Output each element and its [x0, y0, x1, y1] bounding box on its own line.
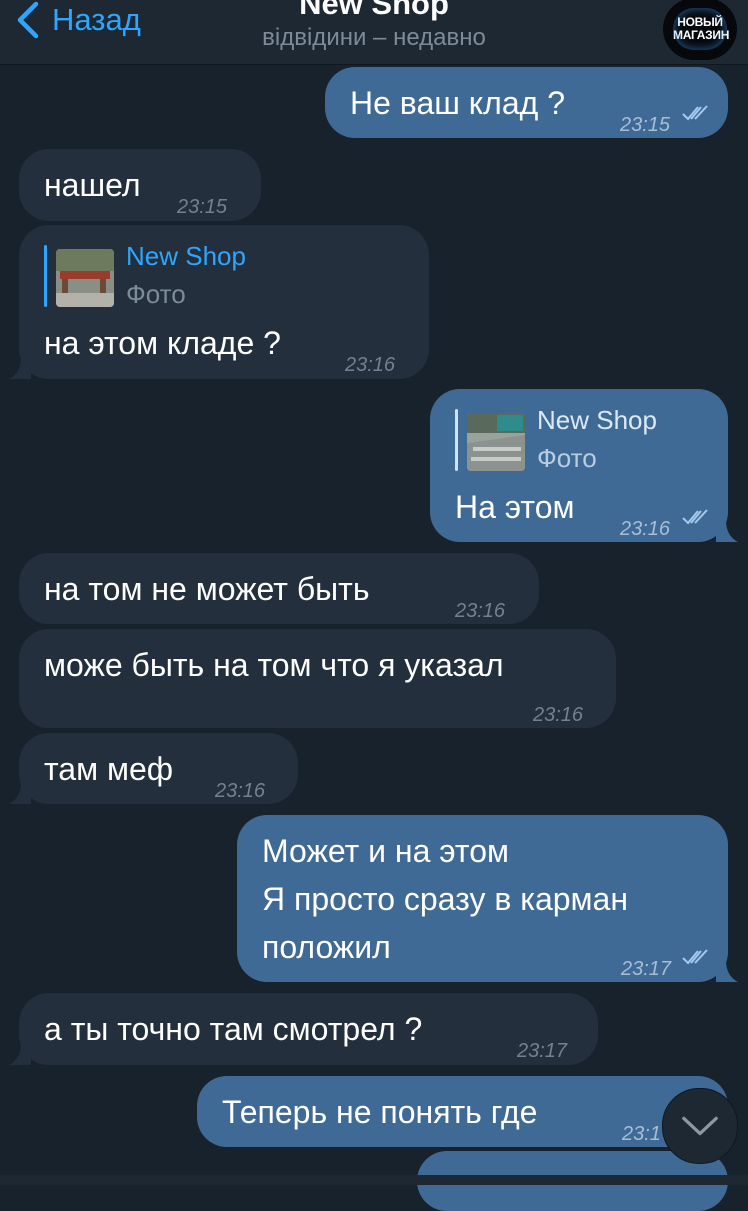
bubble-tail	[9, 357, 31, 379]
bubble-tail	[9, 1043, 31, 1065]
reply-type: Фото	[126, 279, 186, 309]
message-text: на этом кладе ?	[44, 325, 281, 361]
message-time: 23:16	[620, 518, 671, 540]
double-check-icon	[682, 105, 708, 121]
message-time: 23:15	[620, 114, 671, 136]
message-incoming[interactable]: New Shop Фото на этом кладе ? 23:16	[9, 225, 429, 379]
message-incoming[interactable]: може быть на том что я указал 23:16	[19, 629, 616, 728]
message-text: може быть на том что я указал	[44, 647, 504, 683]
reply-sender: New Shop	[537, 405, 657, 435]
avatar[interactable]: НОВЫЙ МАГАЗИН	[663, 0, 737, 60]
message-outgoing[interactable]: Может и на этом Я просто сразу в карман …	[237, 815, 738, 982]
message-time: 23:16	[455, 600, 506, 622]
bubble-tail	[9, 782, 31, 804]
bubble-tail	[716, 960, 738, 982]
message-incoming[interactable]: нашел 23:15	[19, 149, 261, 221]
message-outgoing[interactable]: Не ваш клад ? 23:15	[325, 67, 728, 138]
double-check-icon	[682, 949, 708, 965]
double-check-icon	[682, 509, 708, 525]
message-text: там меф	[44, 751, 174, 787]
chat-header: Назад New Shop відвідини – недавно НОВЫЙ…	[0, 0, 748, 65]
message-incoming[interactable]: на том не может быть 23:16	[19, 553, 539, 624]
message-text: нашел	[44, 167, 141, 203]
message-text: Теперь не понять где	[222, 1094, 538, 1130]
photo-thumbnail	[56, 249, 114, 307]
bubble-tail	[716, 520, 738, 542]
avatar-glow	[673, 8, 727, 50]
message-text-line: Я просто сразу в карман	[262, 881, 628, 917]
reply-bar	[455, 409, 458, 471]
reply-bar	[44, 245, 47, 307]
message-incoming[interactable]: там меф 23:16	[9, 733, 298, 804]
message-time: 23:16	[215, 780, 266, 802]
input-bar-edge	[0, 1175, 748, 1185]
message-time: 23:16	[533, 704, 584, 726]
message-text-line: Может и на этом	[262, 833, 509, 869]
message-text-line: положил	[262, 929, 391, 965]
message-incoming[interactable]: а ты точно там смотрел ? 23:17	[9, 993, 598, 1065]
message-time: 23:17	[517, 1040, 568, 1062]
chevron-down-icon	[682, 1116, 718, 1136]
reply-type: Фото	[537, 443, 597, 473]
message-time: 23:15	[177, 196, 228, 218]
scroll-to-bottom-button[interactable]	[662, 1088, 738, 1164]
message-time: 23:16	[345, 354, 396, 376]
reply-sender: New Shop	[126, 241, 246, 271]
message-text: а ты точно там смотрел ?	[44, 1011, 423, 1047]
message-time: 23:17	[621, 958, 672, 980]
chat-title[interactable]: New Shop	[0, 0, 748, 22]
photo-thumbnail	[467, 413, 525, 471]
message-outgoing[interactable]: Теперь не понять где 23:1	[197, 1076, 728, 1147]
message-text: на том не может быть	[44, 571, 370, 607]
message-outgoing[interactable]: New Shop Фото На этом 23:16	[430, 389, 738, 542]
chat-status: відвідини – недавно	[262, 24, 486, 51]
message-text: Не ваш клад ?	[350, 85, 565, 121]
message-text: На этом	[455, 489, 575, 525]
